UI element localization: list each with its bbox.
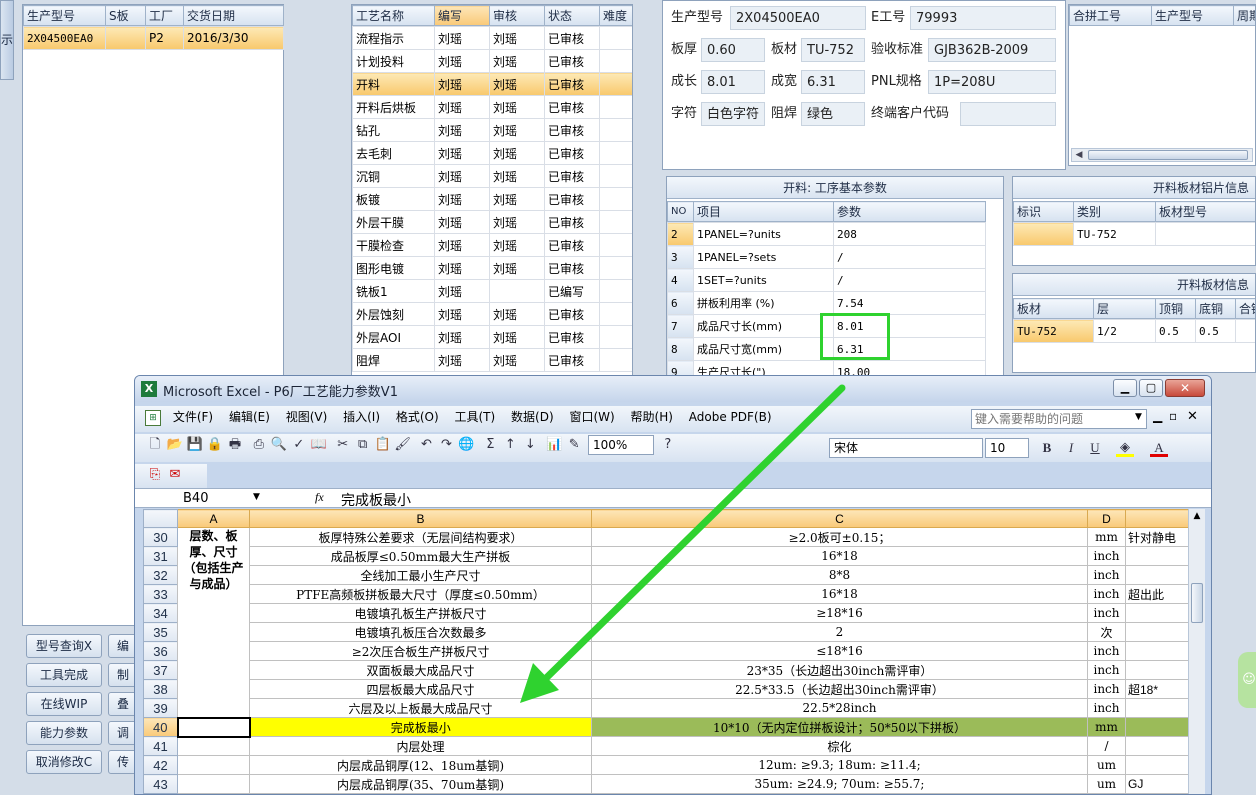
arrow-shaft: [534, 384, 846, 690]
annotation-arrow: [520, 384, 846, 703]
